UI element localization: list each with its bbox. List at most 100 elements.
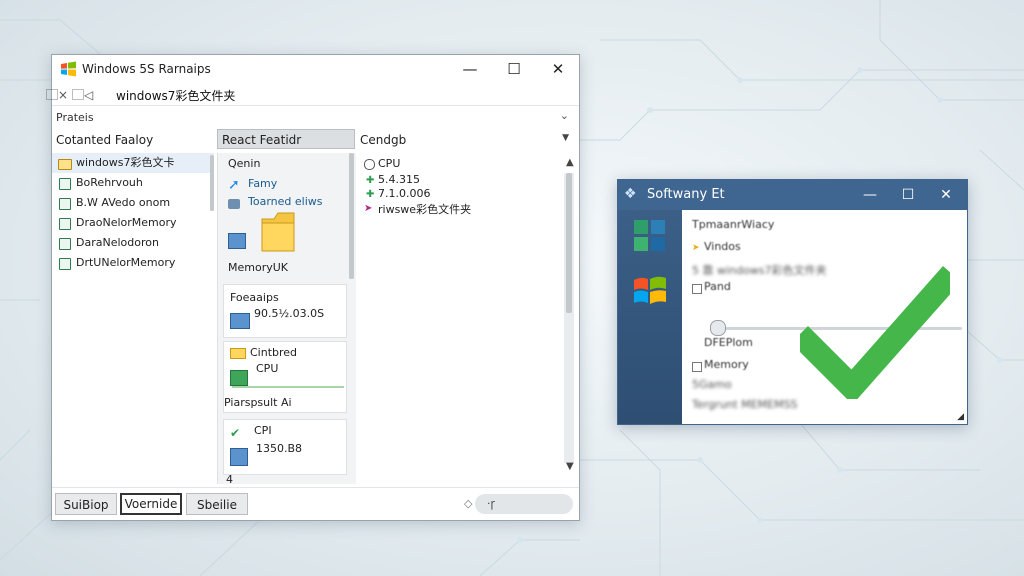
- pin-icon: ➚: [228, 177, 240, 193]
- folder-yellow-icon: [261, 212, 295, 252]
- checkbox-icon: [692, 284, 702, 294]
- arrow-icon: ➤: [364, 203, 373, 214]
- details-scrollbar-thumb[interactable]: [349, 153, 354, 279]
- properties-pane: CPU ✚ 5.4.315 ✚ 7.1.0.006 ➤ riwswe彩色文件夹 …: [360, 153, 574, 484]
- close-button[interactable]: ✕: [538, 57, 578, 81]
- title-bar[interactable]: Windows 5S Rarnaips — ☐ ✕: [52, 55, 579, 83]
- status-icon: ◇: [464, 497, 473, 510]
- tree-item[interactable]: BoRehrvouh: [52, 173, 214, 193]
- title-bar[interactable]: ❖ Softwany Et — ☐ ✕: [618, 180, 967, 210]
- folder-green-icon: [59, 198, 71, 210]
- list-item[interactable]: Memory: [704, 358, 749, 371]
- properties-scrollbar[interactable]: [564, 173, 574, 463]
- details-item[interactable]: Famy: [248, 177, 277, 190]
- close-button[interactable]: ✕: [928, 183, 964, 207]
- tile-icon: [651, 220, 665, 234]
- up-button[interactable]: ⃞◁: [84, 86, 93, 103]
- windows-logo-icon: [61, 61, 76, 77]
- details-footer: MemoryUK: [228, 261, 289, 274]
- properties-header: CPU: [378, 157, 401, 170]
- tree-item-label: B.W AVedo onom: [76, 196, 171, 209]
- list-item[interactable]: Vindos: [704, 240, 741, 253]
- tree-item[interactable]: DraoNelorMemory: [52, 213, 214, 233]
- server-icon: [230, 448, 248, 466]
- folder-green-icon: [59, 238, 71, 250]
- info-card[interactable]: Foeaaips 90.5½.03.0S: [223, 284, 347, 338]
- tree-item-label: windows7彩色文卡: [76, 156, 175, 169]
- toolbar-button-2[interactable]: Voernide: [120, 493, 182, 515]
- section-expand-icon[interactable]: ⌄: [560, 109, 569, 122]
- monitor-icon: [228, 233, 246, 249]
- tree-item-label: DraoNelorMemory: [76, 216, 177, 229]
- properties-scrollbar-thumb[interactable]: [566, 173, 572, 313]
- minimize-button[interactable]: —: [450, 57, 490, 81]
- section-label: Prateis: [56, 111, 94, 124]
- toolbar-button-3[interactable]: Sbeilie: [186, 493, 248, 515]
- tile-icon: [634, 237, 648, 251]
- column-header-1[interactable]: Cotanted Faaloy: [56, 129, 214, 151]
- tree-item[interactable]: windows7彩色文卡: [52, 153, 214, 173]
- list-item[interactable]: Tergrunt MEMEMSS: [692, 398, 798, 411]
- card-footer: Piarspsult Ai: [224, 396, 292, 409]
- info-card[interactable]: Cintbred CPU Piarspsult Ai: [223, 341, 347, 413]
- sort-chevron-icon[interactable]: ▼: [562, 133, 569, 143]
- scroll-up-icon[interactable]: ▲: [566, 157, 574, 168]
- address-bar: ⃞× ⃞◁ windows7彩色文件夹: [52, 83, 579, 106]
- list-item[interactable]: DFEPlom: [704, 336, 753, 349]
- list-item[interactable]: Pand: [704, 280, 731, 293]
- tile-icon: [634, 220, 648, 234]
- minimize-button[interactable]: —: [852, 183, 888, 207]
- list-item[interactable]: 5Gamo: [692, 378, 732, 391]
- side-panel: [618, 210, 682, 424]
- card-value: CPU: [256, 362, 279, 375]
- resize-grip-icon[interactable]: ◢: [957, 412, 964, 422]
- bottom-toolbar: SuiBiop Voernide Sbeilie ◇ ·ꞅ: [52, 487, 579, 521]
- details-scrollbar[interactable]: [349, 153, 354, 279]
- list-item[interactable]: TpmaanrWiacy: [692, 218, 774, 231]
- maximize-button[interactable]: ☐: [890, 183, 926, 207]
- folder-green-icon: [59, 178, 71, 190]
- checkbox-icon: [692, 362, 702, 372]
- tile-icon: [651, 237, 665, 251]
- card-value: 1350.B8: [256, 442, 303, 455]
- column-header-2[interactable]: React Featidr: [217, 129, 355, 149]
- tree-item-label: DaraNelodoron: [76, 236, 159, 249]
- property-value: riwswe彩色文件夹: [378, 203, 472, 216]
- folder-tree: windows7彩色文卡 BoRehrvouh B.W AVedo onom D…: [52, 153, 214, 273]
- card-title: Foeaaips: [230, 291, 279, 304]
- details-item[interactable]: Toarned eliws: [248, 195, 322, 208]
- explorer-window: Windows 5S Rarnaips — ☐ ✕ ⃞× ⃞◁ windows7…: [51, 54, 580, 521]
- card-value: 90.5½.03.0S: [254, 307, 325, 320]
- details-top-panel: Qenin ➚ Famy Toarned eliws MemoryUK: [218, 153, 350, 279]
- tree-scrollbar[interactable]: [210, 155, 214, 211]
- tree-item[interactable]: DrtUNelorMemory: [52, 253, 214, 273]
- tree-item-label: DrtUNelorMemory: [76, 256, 176, 269]
- card-title: CPI: [254, 424, 272, 437]
- tree-item[interactable]: DaraNelodoron: [52, 233, 214, 253]
- check-icon: [800, 266, 950, 399]
- arrow-icon: ➤: [692, 243, 700, 253]
- scroll-down-icon[interactable]: ▼: [566, 461, 574, 472]
- tree-scrollbar-thumb[interactable]: [210, 155, 214, 211]
- info-card[interactable]: ✔ CPI 1350.B8: [223, 419, 347, 475]
- back-button[interactable]: ⃞×: [58, 86, 68, 103]
- folder-yellow-icon: [58, 159, 72, 170]
- windows-logo-icon: [634, 276, 666, 304]
- folder-green-icon: [59, 258, 71, 270]
- check-icon: ✔: [230, 426, 241, 440]
- address-path[interactable]: windows7彩色文件夹: [116, 87, 235, 104]
- plus-icon: ✚: [366, 175, 375, 186]
- details-header: Qenin: [228, 157, 261, 170]
- window-title: Softwany Et: [647, 187, 725, 202]
- tree-item-label: BoRehrvouh: [76, 176, 143, 189]
- tree-item[interactable]: B.W AVedo onom: [52, 193, 214, 213]
- toolbar-button-1[interactable]: SuiBiop: [55, 493, 117, 515]
- column-header-3[interactable]: Cendgb: [360, 129, 560, 151]
- details-page-number: 4: [226, 473, 233, 486]
- maximize-button[interactable]: ☐: [494, 57, 534, 81]
- status-field[interactable]: ·ꞅ: [475, 494, 573, 514]
- usage-bar: [232, 386, 344, 388]
- slider-handle[interactable]: [710, 320, 726, 336]
- details-pane: Qenin ➚ Famy Toarned eliws MemoryUK Foea…: [217, 153, 356, 486]
- folder-yellow-icon: [230, 348, 246, 359]
